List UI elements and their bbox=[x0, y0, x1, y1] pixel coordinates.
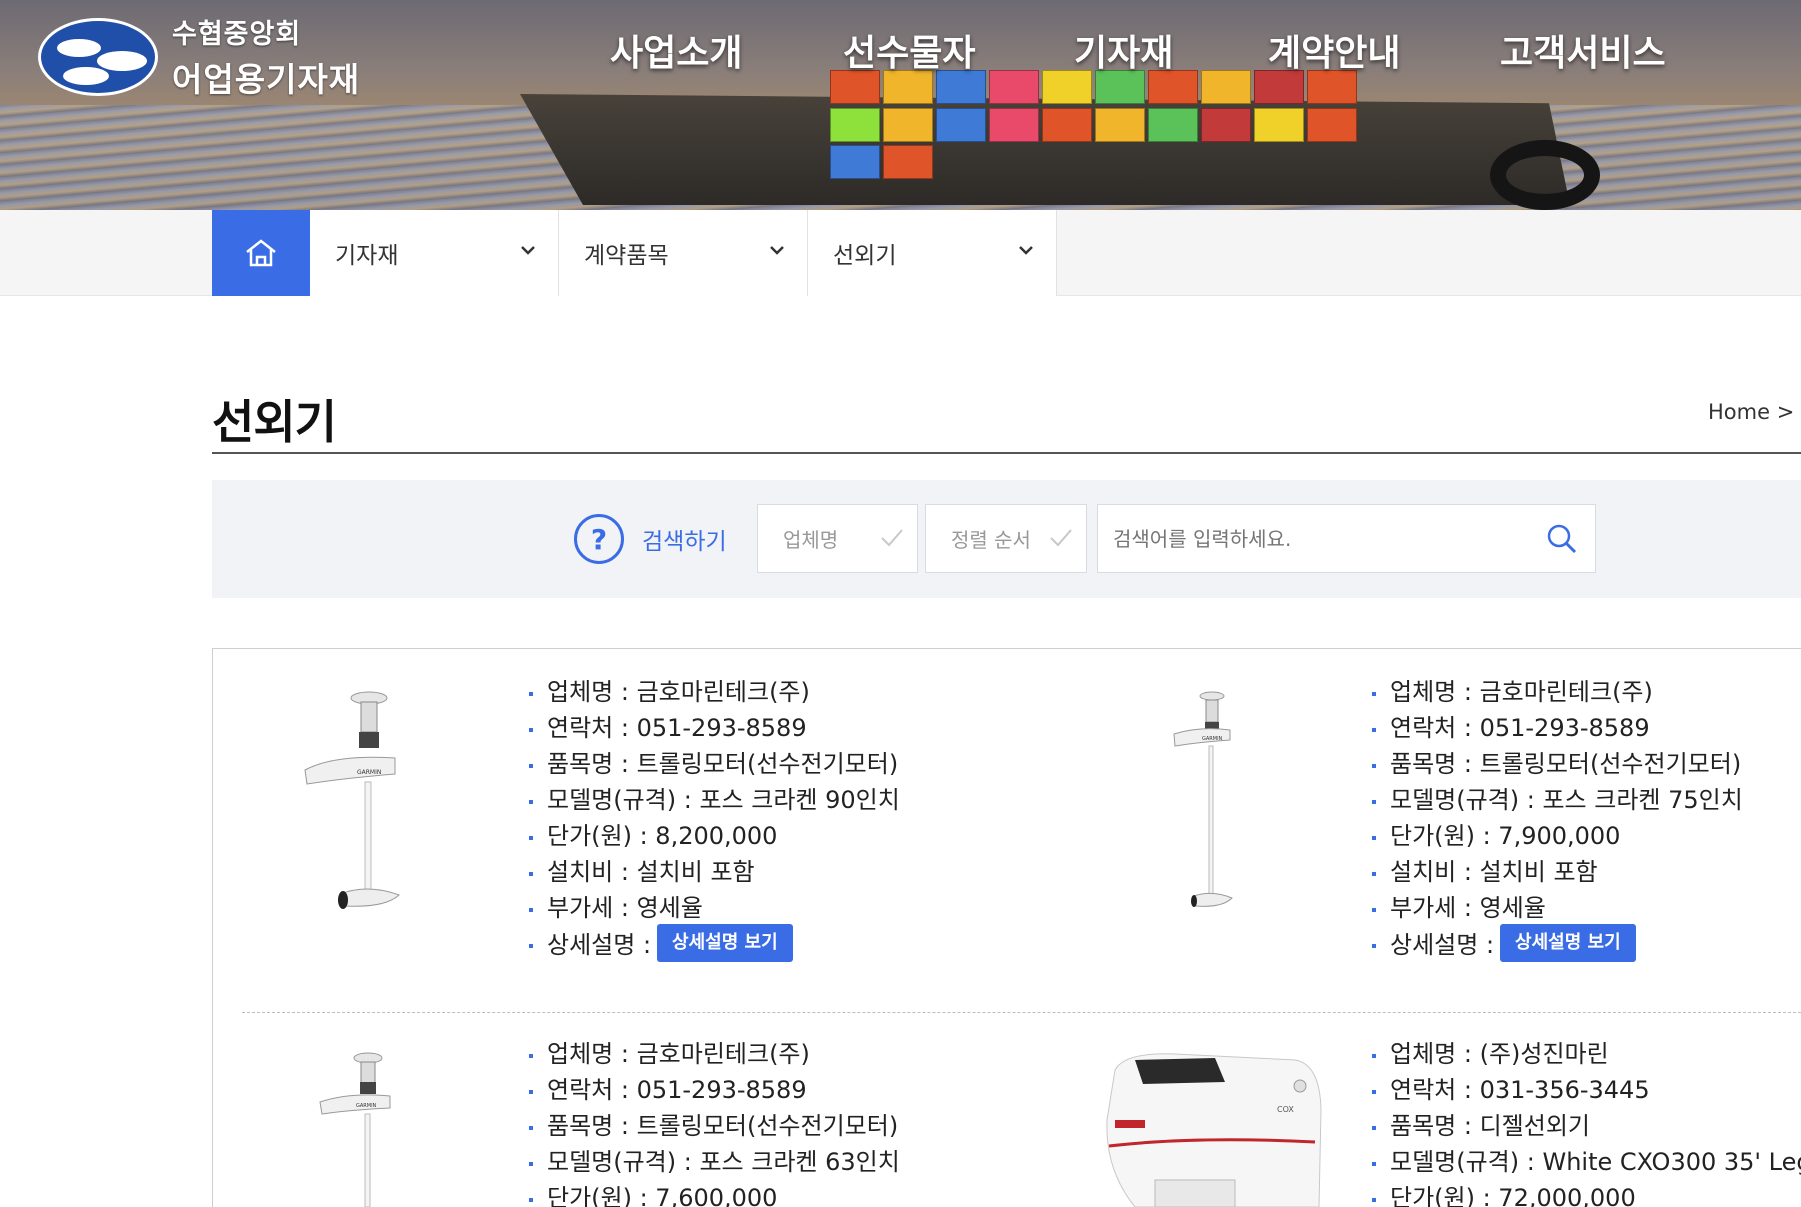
product-company: 업체명 : (주)성진마린 bbox=[1372, 1040, 1801, 1076]
product-price: 단가(원) : 7,600,000 bbox=[529, 1184, 900, 1207]
detail-button[interactable]: 상세설명 보기 bbox=[657, 924, 793, 962]
gnb-business-intro[interactable]: 사업소개 bbox=[610, 24, 742, 76]
sub-navigation: 기자재 계약품목 선외기 bbox=[0, 210, 1801, 296]
gnb-supplies[interactable]: 선수물자 bbox=[843, 24, 975, 76]
check-icon bbox=[881, 529, 903, 547]
product-info: 업체명 : 금호마린테크(주) 연락처 : 051-293-8589 품목명 :… bbox=[1372, 678, 1743, 966]
row-divider bbox=[242, 1012, 1801, 1013]
product-model: 모델명(규격) : 포스 크라켄 63인치 bbox=[529, 1148, 900, 1184]
product-price: 단가(원) : 8,200,000 bbox=[529, 822, 900, 858]
page-title: 선외기 bbox=[212, 395, 337, 449]
product-price: 단가(원) : 7,900,000 bbox=[1372, 822, 1743, 858]
crumb-select-outboard[interactable]: 선외기 bbox=[808, 210, 1057, 296]
product-company: 업체명 : 금호마린테크(주) bbox=[529, 1040, 900, 1076]
product-detail-row: 상세설명 : 상세설명 보기 bbox=[1372, 924, 1743, 966]
detail-button[interactable]: 상세설명 보기 bbox=[1500, 924, 1636, 962]
logo[interactable]: 수협중앙회 어업용기자재 bbox=[38, 12, 360, 101]
home-icon bbox=[246, 239, 276, 267]
brand-label: COX bbox=[1277, 1105, 1294, 1114]
product-info: 업체명 : (주)성진마린 연락처 : 031-356-3445 품목명 : 디… bbox=[1372, 1040, 1801, 1207]
trolling-motor-image: GARMIN bbox=[304, 691, 400, 909]
breadcrumb: Home > bbox=[1708, 400, 1794, 424]
product-model: 모델명(규격) : White CXO300 35' Leg bbox=[1372, 1148, 1801, 1184]
product-detail-row: 상세설명 : 상세설명 보기 bbox=[529, 924, 900, 966]
product-contact: 연락처 : 031-356-3445 bbox=[1372, 1076, 1801, 1112]
product-item: 품목명 : 트롤링모터(선수전기모터) bbox=[1372, 750, 1743, 786]
brand-label: GARMIN bbox=[1202, 736, 1223, 742]
product-model: 모델명(규격) : 포스 크라켄 75인치 bbox=[1372, 786, 1743, 822]
crumb-label: 계약품목 bbox=[584, 243, 669, 269]
crumb-label: 선외기 bbox=[833, 243, 897, 269]
product-info: 업체명 : 금호마린테크(주) 연락처 : 051-293-8589 품목명 :… bbox=[529, 678, 900, 966]
search-input[interactable] bbox=[1097, 504, 1596, 573]
logo-line2: 어업용기자재 bbox=[172, 60, 361, 99]
company-select[interactable]: 업체명 bbox=[757, 504, 918, 573]
product-item: 품목명 : 트롤링모터(선수전기모터) bbox=[529, 750, 900, 786]
crumb-label: 기자재 bbox=[335, 243, 399, 269]
crumb-select-contract-items[interactable]: 계약품목 bbox=[559, 210, 808, 296]
trolling-motor-image: GARMIN bbox=[319, 1052, 391, 1207]
check-icon bbox=[1050, 529, 1072, 547]
product-install: 설치비 : 설치비 포함 bbox=[529, 858, 900, 894]
product-contact: 연락처 : 051-293-8589 bbox=[529, 714, 900, 750]
fish-logo-icon bbox=[38, 17, 158, 96]
product-detail-label: 상세설명 : bbox=[1390, 931, 1495, 959]
product-model: 모델명(규격) : 포스 크라켄 90인치 bbox=[529, 786, 900, 822]
breadcrumb-home[interactable]: Home bbox=[1708, 400, 1770, 424]
sort-select-value: 정렬 순서 bbox=[951, 528, 1031, 552]
chevron-down-icon bbox=[1019, 246, 1033, 255]
gnb-equipment[interactable]: 기자재 bbox=[1074, 24, 1173, 76]
diesel-outboard-image: COX bbox=[1106, 1053, 1322, 1207]
crumb-select-equipment[interactable]: 기자재 bbox=[310, 210, 559, 296]
chevron-down-icon bbox=[770, 246, 784, 255]
product-company: 업체명 : 금호마린테크(주) bbox=[529, 678, 900, 714]
chevron-right-icon: > bbox=[1776, 400, 1795, 424]
tire-image bbox=[1490, 140, 1600, 210]
gnb-contract-guide[interactable]: 계약안내 bbox=[1268, 24, 1400, 76]
brand-label: GARMIN bbox=[357, 769, 381, 776]
search-icon[interactable] bbox=[1545, 522, 1579, 556]
logo-text: 수협중앙회 어업용기자재 bbox=[172, 12, 360, 101]
title-divider bbox=[212, 452, 1801, 454]
sort-select[interactable]: 정렬 순서 bbox=[925, 504, 1087, 573]
product-contact: 연락처 : 051-293-8589 bbox=[529, 1076, 900, 1112]
help-icon: ? bbox=[574, 514, 624, 564]
chevron-down-icon bbox=[521, 246, 535, 255]
product-install: 설치비 : 설치비 포함 bbox=[1372, 858, 1743, 894]
product-detail-label: 상세설명 : bbox=[547, 931, 652, 959]
product-contact: 연락처 : 051-293-8589 bbox=[1372, 714, 1743, 750]
gnb-customer-service[interactable]: 고객서비스 bbox=[1500, 24, 1666, 76]
product-item: 품목명 : 디젤선외기 bbox=[1372, 1112, 1801, 1148]
product-item: 품목명 : 트롤링모터(선수전기모터) bbox=[529, 1112, 900, 1148]
product-price: 단가(원) : 72,000,000 bbox=[1372, 1184, 1801, 1207]
company-select-value: 업체명 bbox=[783, 528, 839, 552]
trolling-motor-image: GARMIN bbox=[1173, 691, 1233, 907]
brand-label: GARMIN bbox=[356, 1103, 377, 1109]
header-banner: 수협중앙회 어업용기자재 사업소개 선수물자 기자재 계약안내 고객서비스 bbox=[0, 0, 1801, 210]
product-info: 업체명 : 금호마린테크(주) 연락처 : 051-293-8589 품목명 :… bbox=[529, 1040, 900, 1207]
search-label: 검색하기 bbox=[642, 529, 727, 555]
logo-line1: 수협중앙회 bbox=[172, 19, 302, 50]
global-nav: 사업소개 선수물자 기자재 계약안내 고객서비스 bbox=[600, 24, 1760, 74]
crates-image bbox=[830, 70, 1390, 180]
product-company: 업체명 : 금호마린테크(주) bbox=[1372, 678, 1743, 714]
home-button[interactable] bbox=[212, 210, 310, 296]
